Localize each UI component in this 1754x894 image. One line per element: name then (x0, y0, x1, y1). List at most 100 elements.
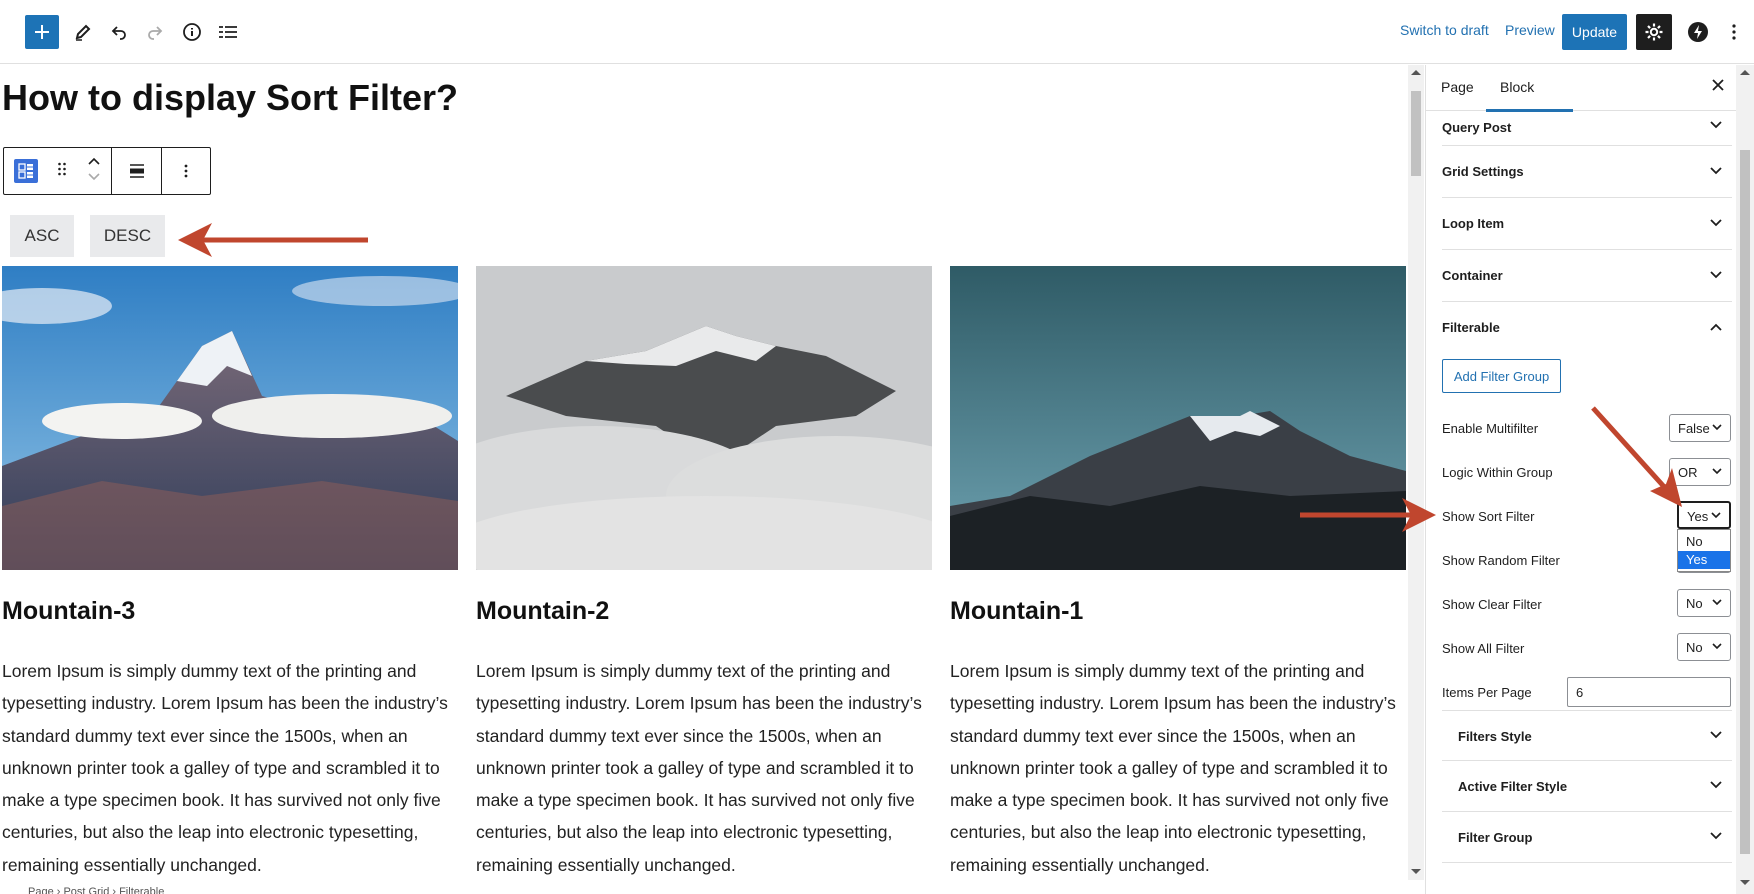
post-title[interactable]: Mountain-1 (950, 597, 1083, 626)
block-breadcrumb[interactable]: Page › Post Grid › Filterable (28, 886, 164, 894)
panel-label: Filters Style (1458, 729, 1532, 744)
post-image[interactable] (2, 266, 458, 570)
panel-container[interactable]: Container (1442, 250, 1732, 302)
show-all-filter-label: Show All Filter (1442, 641, 1525, 656)
panel-label: Container (1442, 268, 1503, 283)
more-vertical-icon (184, 164, 188, 178)
redo-icon (148, 26, 163, 40)
align-wide-icon (129, 164, 144, 178)
switch-to-draft-button[interactable]: Switch to draft (1400, 22, 1489, 38)
panel-loop-item[interactable]: Loop Item (1442, 198, 1732, 250)
scroll-down-icon[interactable] (1411, 869, 1421, 874)
block-toolbar-group (4, 148, 112, 194)
preview-button[interactable]: Preview (1505, 22, 1555, 38)
block-options-button[interactable] (162, 148, 210, 194)
sort-filter-dropdown: No Yes (1677, 529, 1731, 572)
chevron-up-icon (1710, 323, 1722, 331)
post-title[interactable]: Mountain-2 (476, 597, 609, 626)
plugin-button[interactable] (1680, 14, 1716, 50)
lightning-bolt-icon (1688, 22, 1708, 42)
sort-desc-button[interactable]: DESC (90, 215, 165, 257)
panel-grid-settings[interactable]: Grid Settings (1442, 146, 1732, 198)
show-sort-filter-select[interactable]: Yes (1677, 501, 1731, 529)
post-excerpt: Lorem Ipsum is simply dummy text of the … (2, 661, 448, 875)
post-excerpt: Lorem Ipsum is simply dummy text of the … (950, 661, 1396, 875)
tools-button[interactable] (65, 14, 101, 50)
scroll-up-icon[interactable] (1740, 70, 1750, 75)
details-button[interactable] (174, 14, 210, 50)
add-block-button[interactable] (25, 15, 59, 49)
gear-icon (1645, 23, 1663, 41)
close-sidebar-button[interactable] (1712, 78, 1724, 96)
panel-filters-style[interactable]: Filters Style (1442, 710, 1732, 761)
enable-multifilter-label: Enable Multifilter (1442, 421, 1539, 436)
dropdown-option-yes[interactable]: Yes (1678, 551, 1730, 569)
panel-active-filter-style[interactable]: Active Filter Style (1442, 761, 1732, 812)
panel-query-post[interactable]: Query Post (1442, 99, 1732, 146)
post-image[interactable] (476, 266, 932, 570)
sidebar-scrollbar-thumb[interactable] (1740, 150, 1750, 854)
chevron-down-icon (1710, 781, 1722, 789)
settings-sidebar: Page Block Query Post Grid Settings Loop… (1425, 65, 1754, 894)
dropdown-option-no[interactable]: No (1678, 533, 1730, 551)
tab-page[interactable]: Page (1441, 79, 1474, 95)
panel-filterable[interactable]: Filterable (1442, 302, 1732, 354)
close-icon (1712, 79, 1724, 91)
mountain-photo-3 (950, 266, 1406, 570)
undo-icon (111, 26, 126, 40)
scroll-up-icon[interactable] (1411, 70, 1421, 75)
list-view-button[interactable] (210, 14, 246, 50)
items-per-page-label: Items Per Page (1442, 685, 1532, 700)
list-view-icon (219, 26, 237, 38)
add-filter-group-button[interactable]: Add Filter Group (1442, 359, 1561, 393)
chevron-down-icon (1712, 424, 1722, 431)
settings-button[interactable] (1636, 14, 1672, 50)
options-menu-button[interactable] (1716, 14, 1752, 50)
scroll-down-icon[interactable] (1740, 880, 1750, 885)
undo-button[interactable] (101, 14, 137, 50)
post-image[interactable] (950, 266, 1406, 570)
plus-icon (35, 25, 49, 39)
panel-label: Filter Group (1458, 830, 1533, 845)
redo-button[interactable] (137, 14, 173, 50)
page-title[interactable]: How to display Sort Filter? (2, 77, 458, 119)
chevron-down-icon (1712, 468, 1722, 475)
drag-handle[interactable] (57, 161, 67, 182)
post-title[interactable]: Mountain-3 (2, 597, 135, 626)
show-random-filter-label: Show Random Filter (1442, 553, 1560, 568)
chevron-down-icon (1710, 832, 1722, 840)
mountain-photo-2 (476, 266, 932, 570)
show-all-filter-select[interactable]: No (1677, 633, 1731, 661)
post-excerpt: Lorem Ipsum is simply dummy text of the … (476, 661, 922, 875)
select-value: OR (1678, 465, 1698, 480)
show-clear-filter-select[interactable]: No (1677, 589, 1731, 617)
items-per-page-input[interactable]: 6 (1567, 677, 1731, 707)
select-value: No (1686, 596, 1703, 611)
mountain-photo-1 (2, 266, 458, 570)
enable-multifilter-select[interactable]: False (1669, 414, 1731, 442)
sidebar-scrollbar[interactable] (1736, 65, 1754, 894)
editor-canvas: How to display Sort Filter? ASC DESC Mou… (0, 65, 1408, 887)
grid-block-icon (18, 163, 33, 179)
chevron-down-icon (1710, 219, 1722, 227)
align-button[interactable] (112, 148, 162, 194)
panel-filter-group[interactable]: Filter Group (1442, 812, 1732, 863)
info-icon (183, 23, 201, 41)
panel-label: Grid Settings (1442, 164, 1524, 179)
canvas-scrollbar-thumb[interactable] (1411, 91, 1421, 176)
move-up-down-button[interactable] (87, 155, 101, 188)
sort-asc-button[interactable]: ASC (10, 215, 74, 257)
panel-label: Active Filter Style (1458, 779, 1568, 794)
tab-block[interactable]: Block (1500, 79, 1534, 95)
logic-within-group-select[interactable]: OR (1669, 458, 1731, 486)
chevron-down-icon (1712, 599, 1722, 606)
show-clear-filter-label: Show Clear Filter (1442, 597, 1542, 612)
block-type-button[interactable] (13, 159, 38, 183)
chevron-down-icon (1712, 643, 1722, 650)
block-toolbar (3, 147, 211, 195)
pencil-icon (75, 24, 91, 41)
chevron-up-down-icon (88, 157, 100, 180)
update-button[interactable]: Update (1562, 14, 1627, 50)
canvas-scrollbar[interactable] (1408, 65, 1424, 880)
more-vertical-icon (1732, 24, 1736, 40)
